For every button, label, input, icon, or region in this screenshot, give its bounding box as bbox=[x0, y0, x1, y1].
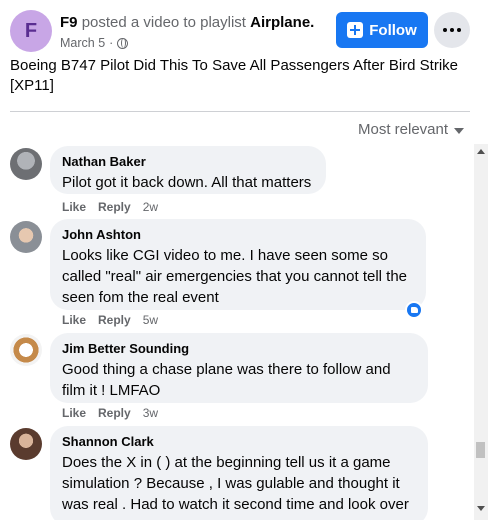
sort-dropdown[interactable]: Most relevant bbox=[358, 121, 465, 138]
comment-time[interactable]: 3w bbox=[143, 406, 158, 420]
sort-label: Most relevant bbox=[358, 121, 449, 138]
add-icon bbox=[347, 22, 364, 38]
divider bbox=[10, 111, 470, 112]
scroll-up-icon[interactable] bbox=[477, 149, 485, 154]
comment-time[interactable]: 5w bbox=[143, 313, 158, 327]
comment-author[interactable]: Shannon Clark bbox=[62, 434, 416, 450]
avatar[interactable] bbox=[10, 428, 42, 460]
reply-button[interactable]: Reply bbox=[98, 313, 131, 327]
post-date[interactable]: March 5 bbox=[60, 36, 105, 50]
playlist-link[interactable]: Airplane. bbox=[250, 14, 314, 31]
comment-bubble: John Ashton Looks like CGI video to me. … bbox=[50, 219, 426, 310]
scrollbar[interactable] bbox=[474, 144, 488, 520]
comment-author[interactable]: Nathan Baker bbox=[62, 154, 314, 170]
more-icon-dot bbox=[450, 28, 454, 32]
caret-down-icon bbox=[454, 127, 465, 134]
comment-text: Does the X in ( ) at the beginning tell … bbox=[62, 454, 409, 513]
comment-author[interactable]: John Ashton bbox=[62, 227, 414, 243]
page-avatar[interactable]: F bbox=[10, 10, 52, 52]
more-options-button[interactable] bbox=[434, 12, 470, 48]
reply-button[interactable]: Reply bbox=[98, 406, 131, 420]
post-header: F F9 posted a video to playlist Airplane… bbox=[0, 0, 489, 112]
more-icon bbox=[443, 28, 447, 32]
more-icon-dot bbox=[457, 28, 461, 32]
scroll-down-icon[interactable] bbox=[477, 506, 485, 511]
video-title: Boeing B747 Pilot Did This To Save All P… bbox=[10, 57, 459, 94]
comment-author[interactable]: Jim Better Sounding bbox=[62, 341, 416, 357]
like-button[interactable]: Like bbox=[62, 200, 86, 214]
like-button[interactable]: Like bbox=[62, 406, 86, 420]
page-name-link[interactable]: F9 bbox=[60, 14, 78, 31]
avatar[interactable] bbox=[10, 148, 42, 180]
comment-text: Good thing a chase plane was there to fo… bbox=[62, 361, 391, 399]
comment-bubble: Nathan Baker Pilot got it back down. All… bbox=[50, 146, 326, 194]
like-reaction-icon[interactable] bbox=[405, 301, 423, 319]
globe-icon bbox=[117, 37, 129, 49]
post-attribution: F9 posted a video to playlist Airplane. bbox=[60, 14, 314, 31]
comment-actions: Like Reply 3w bbox=[62, 406, 158, 420]
comment-actions: Like Reply 2w bbox=[62, 200, 158, 214]
reply-button[interactable]: Reply bbox=[98, 200, 131, 214]
comment-text: Looks like CGI video to me. I have seen … bbox=[62, 247, 408, 306]
post-meta: March 5 · bbox=[60, 36, 129, 50]
follow-button[interactable]: Follow bbox=[336, 12, 428, 48]
like-button[interactable]: Like bbox=[62, 313, 86, 327]
comment-actions: Like Reply 5w bbox=[62, 313, 158, 327]
scrollbar-thumb[interactable] bbox=[476, 442, 485, 458]
comment-time[interactable]: 2w bbox=[143, 200, 158, 214]
avatar[interactable] bbox=[10, 221, 42, 253]
comment-bubble: Jim Better Sounding Good thing a chase p… bbox=[50, 333, 428, 403]
comment-text: Pilot got it back down. All that matters bbox=[62, 174, 312, 191]
follow-label: Follow bbox=[369, 21, 417, 39]
post-action-text: posted a video to playlist bbox=[81, 14, 246, 31]
meta-separator: · bbox=[109, 36, 114, 50]
avatar[interactable] bbox=[10, 334, 42, 366]
comment-bubble: Shannon Clark Does the X in ( ) at the b… bbox=[50, 426, 428, 520]
